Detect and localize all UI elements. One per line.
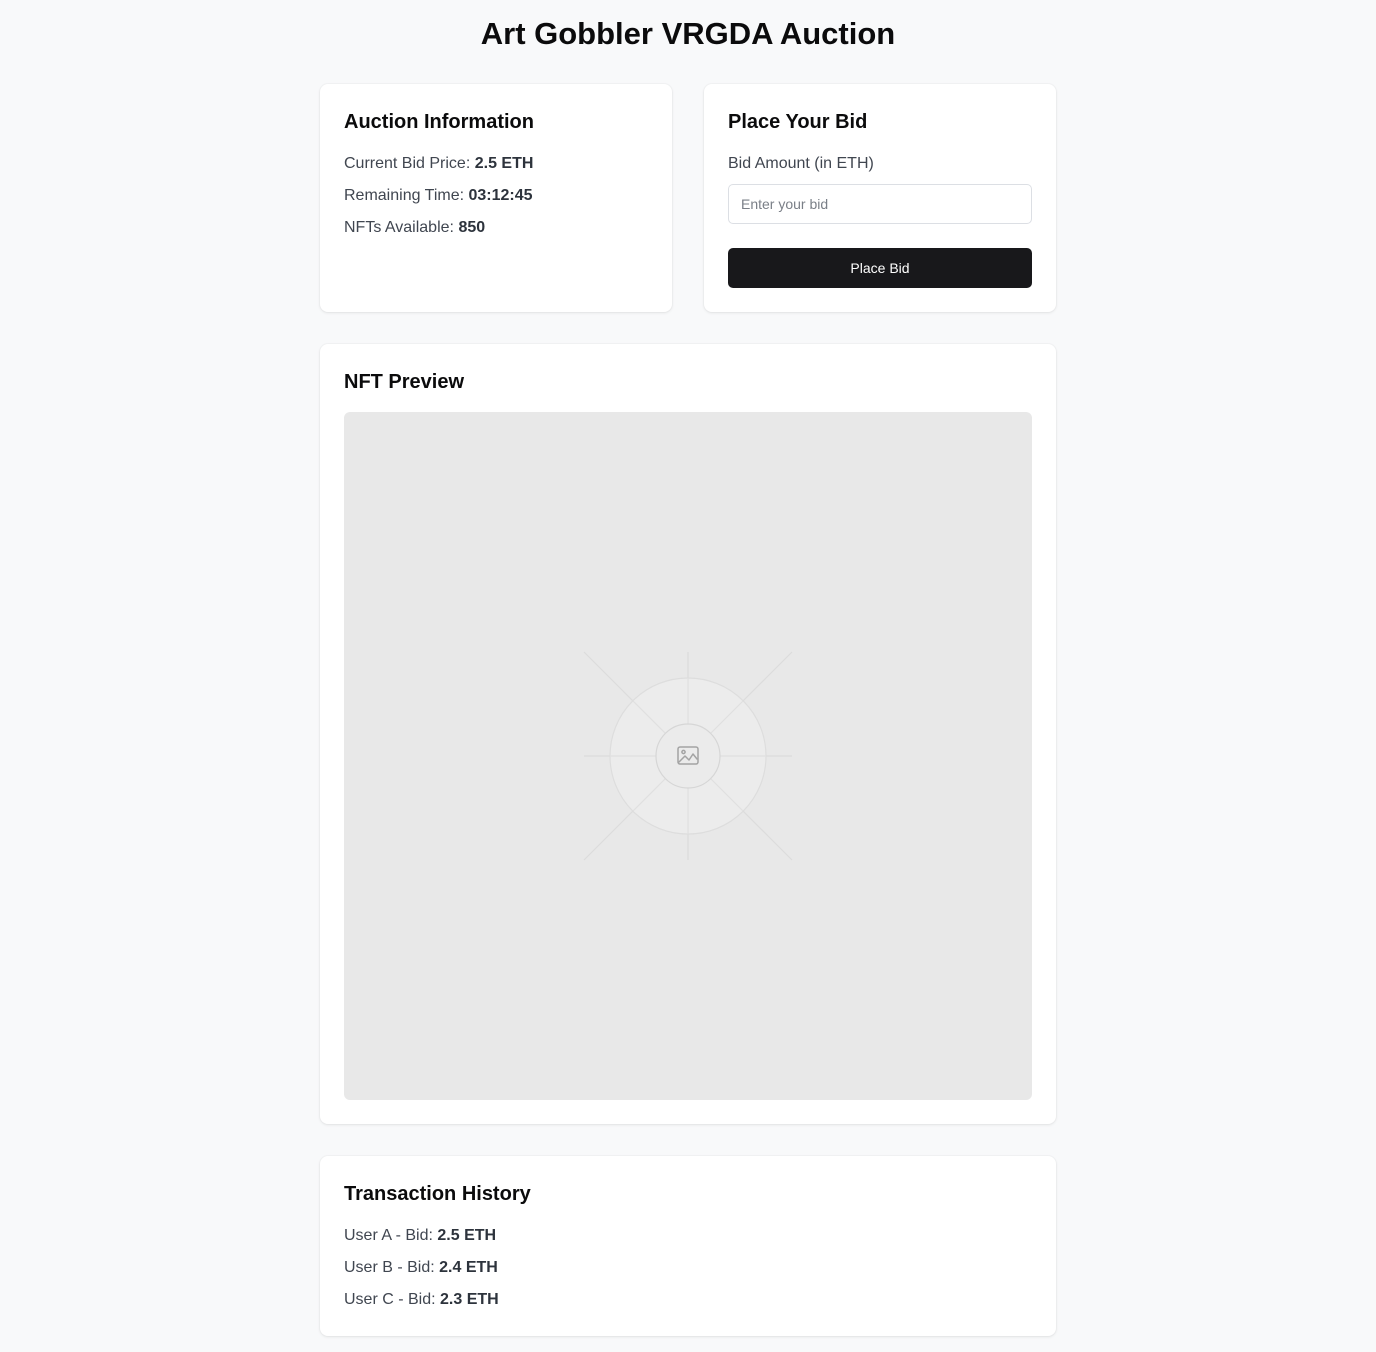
- remaining-time-label: Remaining Time:: [344, 187, 465, 204]
- auction-stats: Current Bid Price: 2.5 ETH Remaining Tim…: [344, 152, 648, 240]
- place-bid-card: Place Your Bid Bid Amount (in ETH) Place…: [704, 84, 1056, 312]
- nft-preview-image: [344, 412, 1032, 1100]
- nft-preview-card: NFT Preview: [320, 344, 1056, 1124]
- nfts-available-row: NFTs Available: 850: [344, 216, 648, 240]
- transaction-value: 2.5 ETH: [437, 1227, 497, 1244]
- nfts-available-value: 850: [458, 219, 486, 236]
- transaction-label: User A - Bid:: [344, 1227, 433, 1244]
- transaction-value: 2.3 ETH: [440, 1291, 499, 1308]
- page-title: Art Gobbler VRGDA Auction: [480, 16, 896, 51]
- transaction-history-heading: Transaction History: [344, 1183, 531, 1205]
- current-bid-value: 2.5 ETH: [474, 155, 534, 172]
- transaction-label: User B - Bid:: [344, 1259, 435, 1276]
- transaction-label: User C - Bid:: [344, 1291, 436, 1308]
- nft-preview-heading: NFT Preview: [344, 371, 465, 393]
- auction-info-heading: Auction Information: [344, 111, 534, 133]
- transaction-value: 2.4 ETH: [439, 1259, 498, 1276]
- list-item: User A - Bid: 2.5 ETH: [344, 1224, 1032, 1248]
- list-item: User B - Bid: 2.4 ETH: [344, 1256, 1032, 1280]
- placeholder-inner-ring: [655, 723, 721, 789]
- bid-amount-input[interactable]: [728, 184, 1032, 224]
- remaining-time-row: Remaining Time: 03:12:45: [344, 184, 648, 208]
- place-bid-button[interactable]: Place Bid: [728, 248, 1032, 288]
- auction-info-card: Auction Information Current Bid Price: 2…: [320, 84, 672, 312]
- transaction-history-card: Transaction History User A - Bid: 2.5 ET…: [320, 1156, 1056, 1336]
- bid-amount-label: Bid Amount (in ETH): [728, 155, 874, 172]
- transaction-list: User A - Bid: 2.5 ETH User B - Bid: 2.4 …: [344, 1224, 1032, 1312]
- image-placeholder-graphic: [583, 651, 793, 861]
- current-bid-label: Current Bid Price:: [344, 155, 471, 172]
- list-item: User C - Bid: 2.3 ETH: [344, 1288, 1032, 1312]
- place-bid-heading: Place Your Bid: [728, 111, 868, 133]
- current-bid-row: Current Bid Price: 2.5 ETH: [344, 152, 648, 176]
- nfts-available-label: NFTs Available:: [344, 219, 454, 236]
- remaining-time-value: 03:12:45: [468, 187, 533, 204]
